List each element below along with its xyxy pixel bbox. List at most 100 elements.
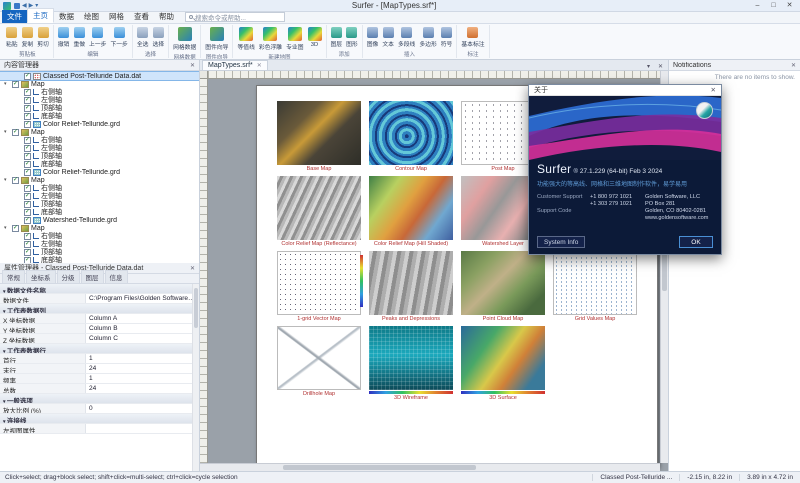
ribbon-button[interactable]: 下一步 bbox=[109, 26, 128, 49]
property-row[interactable]: 频率 1 bbox=[0, 374, 199, 384]
visibility-checkbox[interactable] bbox=[12, 225, 19, 232]
property-tab[interactable]: 分级 bbox=[57, 270, 80, 283]
visibility-checkbox[interactable] bbox=[24, 217, 31, 224]
expand-arrow-icon[interactable] bbox=[4, 225, 10, 231]
tree-item[interactable]: Watershed-Telluride.grd bbox=[0, 216, 199, 224]
tree-item[interactable]: Color Relief-Telluride.grd bbox=[0, 120, 199, 128]
close-document-icon[interactable]: ✕ bbox=[655, 63, 666, 70]
map-thumbnail[interactable] bbox=[461, 326, 545, 390]
property-row[interactable]: X 坐标数据 Column A bbox=[0, 314, 199, 324]
property-row[interactable]: 放大比例 (%) 0 bbox=[0, 404, 199, 414]
command-search-box[interactable]: 搜索命令或帮助... bbox=[185, 12, 285, 22]
visibility-checkbox[interactable] bbox=[24, 201, 31, 208]
map-thumbnail[interactable] bbox=[277, 326, 361, 390]
tree-item[interactable]: 左侧轴 bbox=[0, 240, 199, 248]
tree-item[interactable]: 顶部轴 bbox=[0, 152, 199, 160]
ribbon-tab[interactable]: 查看 bbox=[129, 10, 154, 23]
map-thumbnail[interactable] bbox=[553, 251, 637, 315]
tree-item[interactable]: 底部轴 bbox=[0, 112, 199, 120]
visibility-checkbox[interactable] bbox=[24, 209, 31, 216]
tree-item[interactable]: Map bbox=[0, 128, 199, 136]
ribbon-button[interactable]: 网格数据 bbox=[172, 26, 197, 52]
property-value[interactable]: Column C bbox=[86, 334, 199, 343]
tree-item[interactable]: 左侧轴 bbox=[0, 96, 199, 104]
ribbon-button[interactable]: 图件向导 bbox=[204, 26, 229, 52]
horizontal-scrollbar[interactable] bbox=[200, 463, 660, 471]
close-icon[interactable]: ✕ bbox=[711, 86, 716, 94]
ribbon-button[interactable]: 符号 bbox=[440, 26, 454, 49]
property-row[interactable]: 工作表数据列 bbox=[0, 304, 199, 314]
dialog-titlebar[interactable]: 关于 ✕ bbox=[529, 85, 721, 96]
ribbon-button[interactable]: 全选 bbox=[136, 26, 150, 49]
tree-item[interactable]: Map bbox=[0, 176, 199, 184]
map-thumbnail[interactable] bbox=[369, 101, 453, 165]
ribbon-button[interactable]: 选择 bbox=[151, 26, 165, 49]
document-tab[interactable]: MapTypes.srf* ✕ bbox=[202, 60, 268, 70]
property-tab[interactable]: 坐标系 bbox=[26, 270, 56, 283]
tree-item[interactable]: Map bbox=[0, 224, 199, 232]
property-row[interactable]: 工作表数据行 bbox=[0, 344, 199, 354]
ribbon-tab[interactable]: 数据 bbox=[54, 10, 79, 23]
visibility-checkbox[interactable] bbox=[24, 105, 31, 112]
ribbon-button[interactable]: 图形 bbox=[345, 26, 359, 49]
property-row[interactable]: 末行 24 bbox=[0, 364, 199, 374]
tree-item[interactable]: 右侧轴 bbox=[0, 88, 199, 96]
tree-item[interactable]: 底部轴 bbox=[0, 160, 199, 168]
visibility-checkbox[interactable] bbox=[24, 137, 31, 144]
visibility-checkbox[interactable] bbox=[24, 97, 31, 104]
property-row[interactable]: Y 坐标数据 Column B bbox=[0, 324, 199, 334]
property-scrollbar[interactable] bbox=[192, 284, 199, 471]
ribbon-button[interactable]: 彩色浮雕 bbox=[258, 26, 283, 52]
map-thumbnail[interactable] bbox=[277, 251, 361, 315]
ribbon-button[interactable]: 多段线 bbox=[397, 26, 416, 49]
property-row[interactable]: 连接线 bbox=[0, 414, 199, 424]
map-thumbnail[interactable] bbox=[369, 251, 453, 315]
property-value[interactable]: 0 bbox=[86, 404, 199, 413]
ribbon-button[interactable]: 文本 bbox=[381, 26, 395, 49]
property-row[interactable]: 数据文件名称 bbox=[0, 284, 199, 294]
visibility-checkbox[interactable] bbox=[24, 113, 31, 120]
map-thumbnail[interactable] bbox=[369, 176, 453, 240]
tree-item[interactable]: Color Relief-Telluride.grd bbox=[0, 168, 199, 176]
ribbon-tab[interactable]: 文件 bbox=[2, 10, 27, 23]
property-value[interactable]: 24 bbox=[86, 384, 199, 393]
map-thumbnail[interactable] bbox=[369, 326, 453, 390]
ribbon-button[interactable]: 专业图 bbox=[285, 26, 304, 52]
property-row[interactable]: 首行 1 bbox=[0, 354, 199, 364]
visibility-checkbox[interactable] bbox=[24, 153, 31, 160]
tab-list-icon[interactable]: ▾ bbox=[644, 63, 653, 70]
visibility-checkbox[interactable] bbox=[24, 233, 31, 240]
tree-item[interactable]: 顶部轴 bbox=[0, 104, 199, 112]
ribbon-button[interactable]: 等值线 bbox=[236, 26, 255, 52]
tree-item[interactable]: 右侧轴 bbox=[0, 184, 199, 192]
maximize-button[interactable]: □ bbox=[766, 1, 781, 11]
tree-item[interactable]: 顶部轴 bbox=[0, 200, 199, 208]
visibility-checkbox[interactable] bbox=[24, 185, 31, 192]
tree-item[interactable]: 左侧轴 bbox=[0, 144, 199, 152]
close-icon[interactable]: ✕ bbox=[791, 62, 796, 69]
property-row[interactable]: 数据文件 C:\Program Files\Golden Software\Su… bbox=[0, 294, 199, 304]
visibility-checkbox[interactable] bbox=[12, 81, 19, 88]
expand-arrow-icon[interactable] bbox=[4, 177, 10, 183]
property-row[interactable]: 左视图属性 bbox=[0, 424, 199, 434]
visibility-checkbox[interactable] bbox=[24, 169, 31, 176]
visibility-checkbox[interactable] bbox=[24, 193, 31, 200]
property-tab[interactable]: 常规 bbox=[2, 270, 25, 283]
visibility-checkbox[interactable] bbox=[24, 145, 31, 152]
ribbon-button[interactable]: 复制 bbox=[21, 26, 35, 49]
ribbon-button[interactable]: 图像 bbox=[366, 26, 380, 49]
system-info-button[interactable]: System Info bbox=[537, 236, 585, 248]
property-value[interactable]: 24 bbox=[86, 364, 199, 373]
property-value[interactable]: 1 bbox=[86, 354, 199, 363]
close-tab-icon[interactable]: ✕ bbox=[257, 62, 262, 69]
property-value[interactable]: C:\Program Files\Golden Software\Surfer\… bbox=[86, 294, 199, 303]
minimize-button[interactable]: – bbox=[750, 1, 765, 11]
property-value[interactable]: Column A bbox=[86, 314, 199, 323]
visibility-checkbox[interactable] bbox=[12, 129, 19, 136]
ribbon-button[interactable]: 剪切 bbox=[36, 26, 50, 49]
close-icon[interactable]: ✕ bbox=[190, 62, 195, 69]
visibility-checkbox[interactable] bbox=[24, 73, 31, 80]
property-row[interactable]: 总数 24 bbox=[0, 384, 199, 394]
visibility-checkbox[interactable] bbox=[24, 241, 31, 248]
visibility-checkbox[interactable] bbox=[24, 121, 31, 128]
